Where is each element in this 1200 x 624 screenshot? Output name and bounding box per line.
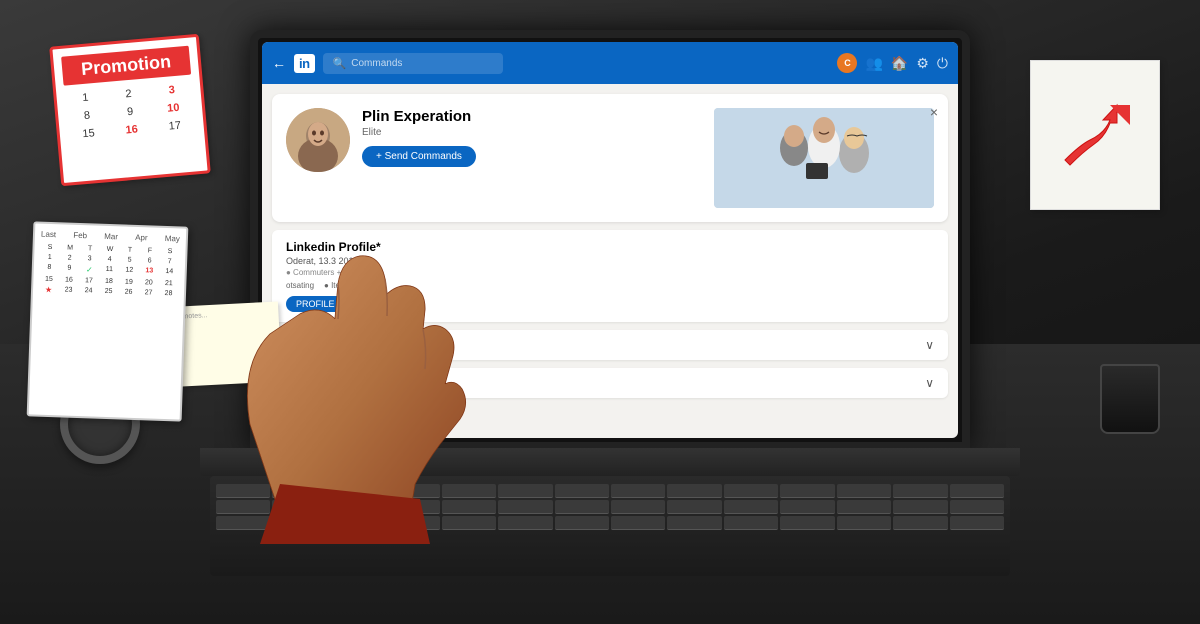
back-button[interactable]: ← [272,55,286,71]
trending-arrow-icon [1055,95,1135,175]
close-button[interactable]: × [930,104,938,120]
people-icon[interactable]: 👥 [865,55,882,72]
linkedin-navbar: ← in 🔍 Commands C 👥 🏠 ⚙ ⏻ [262,42,958,84]
profile-cover-image [714,108,934,208]
nav-icons: C 👥 🏠 ⚙ ⏻ [837,53,948,73]
secondary-calendar: Last Feb Mar Apr May S M T W T F S 1 2 3… [30,224,190,424]
profile-subtitle: Elite [362,127,702,138]
power-icon[interactable]: ⏻ [937,55,948,72]
search-bar[interactable]: 🔍 Commands [323,53,503,74]
right-note [1030,60,1170,220]
search-input-text: Commands [351,58,402,69]
chevron-icon-2: ∨ [925,376,934,390]
note-paper [1030,60,1160,210]
scene: Promotion 1 2 3 8 9 10 15 16 17 Last Feb… [0,0,1200,624]
hand-overlay [230,244,530,544]
home-icon[interactable]: 🏠 [891,55,908,72]
desk-cup [1100,364,1160,444]
chevron-icon-1: ∨ [925,338,934,352]
profile-card: Plin Experation Elite + Send Commands [272,94,948,222]
linkedin-logo: in [294,54,315,73]
profile-name: Plin Experation [362,108,702,125]
cup-shape [1100,364,1160,434]
promotion-sign: Promotion 1 2 3 8 9 10 15 16 17 [55,40,230,200]
profile-info: Plin Experation Elite + Send Commands [362,108,702,208]
calendar-grid: 1 2 3 8 9 10 15 16 17 [64,81,196,144]
profile-avatar [286,108,350,172]
search-icon: 🔍 [333,57,347,70]
settings-icon[interactable]: ⚙ [916,55,929,72]
promotion-label: Promotion [61,46,191,86]
hand-svg [230,244,530,544]
connect-button[interactable]: + Send Commands [362,146,476,167]
user-avatar-icon[interactable]: C [837,53,857,73]
